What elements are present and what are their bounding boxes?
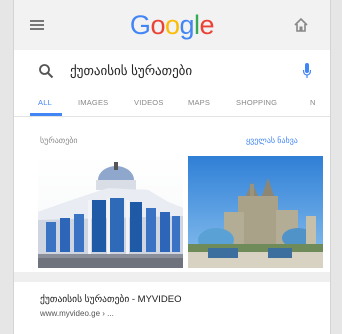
mic-icon[interactable] [302,62,312,80]
result-url: www.myvideo.ge › ... [40,309,114,318]
active-tab-indicator [30,113,62,116]
section-divider [14,272,330,282]
search-box[interactable]: ქუთაისის სურათები [24,54,320,88]
images-card-title: სურათები [40,136,78,145]
logo-letter: e [199,10,215,40]
logo-letter: g [179,10,195,40]
tab-videos[interactable]: VIDEOS [134,98,164,107]
top-bar: Google [14,0,330,50]
search-result[interactable]: ქუთაისის სურათები - MYVIDEO www.myvideo.… [24,286,324,334]
search-icon[interactable] [38,63,54,79]
logo-letter: G [129,10,151,40]
image-thumbnail-castle[interactable] [188,156,323,268]
search-query[interactable]: ქუთაისის სურათები [70,63,192,79]
tab-all[interactable]: ALL [38,98,52,107]
result-title[interactable]: ქუთაისის სურათები - MYVIDEO [40,294,182,305]
home-icon[interactable] [292,16,310,34]
logo-letter: o [164,10,180,40]
tab-news[interactable]: N [310,98,316,107]
image-thumbnail-building[interactable] [38,156,183,268]
tab-shopping[interactable]: SHOPPING [236,98,277,107]
google-logo[interactable]: Google [14,10,330,41]
phone-screen: Google ქუთაისის სურათები ALL IMAGES VIDE… [13,0,331,334]
tab-images[interactable]: IMAGES [78,98,108,107]
tab-maps[interactable]: MAPS [188,98,210,107]
images-card: სურათები ყველას ნახვა [24,122,324,270]
view-all-link[interactable]: ყველას ნახვა [246,136,298,145]
search-tabs: ALL IMAGES VIDEOS MAPS SHOPPING N [14,92,330,117]
logo-letter: o [150,10,165,40]
